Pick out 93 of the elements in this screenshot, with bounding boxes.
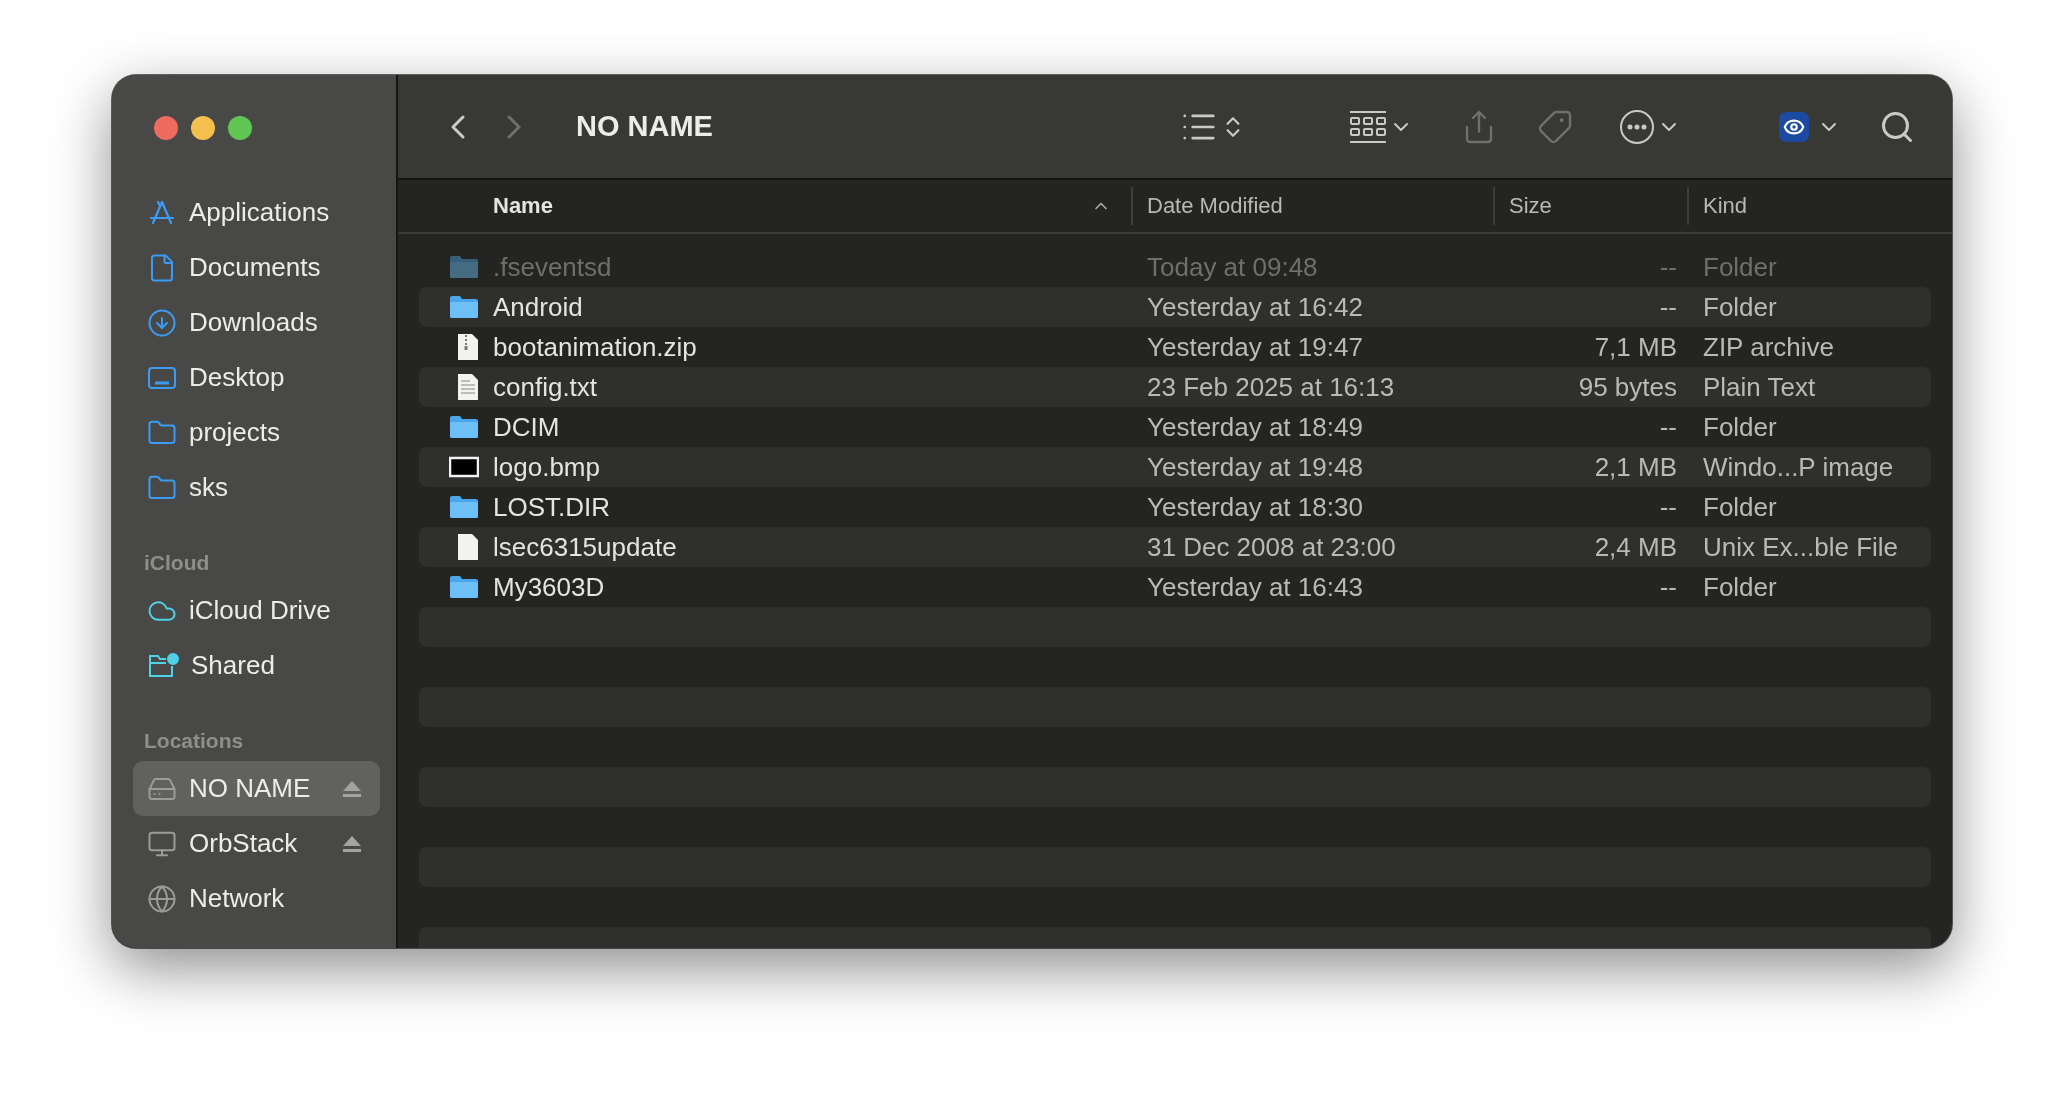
globe-icon	[147, 883, 177, 914]
zip-file-icon	[457, 333, 479, 361]
zoom-button[interactable]	[228, 116, 252, 140]
folder-icon	[449, 415, 479, 439]
sidebar-item[interactable]: Applications	[133, 185, 380, 240]
date-modified: Today at 09:48	[1147, 251, 1319, 283]
date-modified: Yesterday at 19:47	[1147, 331, 1364, 363]
file-name: .fseventsd	[493, 251, 613, 283]
sidebar-item[interactable]: sks	[133, 460, 380, 515]
file-size: --	[1658, 571, 1677, 603]
file-name: bootanimation.zip	[493, 331, 698, 363]
date-modified: Yesterday at 18:49	[1147, 411, 1364, 443]
file-kind: Unix Ex...ble File	[1702, 531, 1900, 563]
file-kind: Windo...P image	[1702, 451, 1895, 483]
sidebar-item[interactable]: projects	[133, 405, 380, 460]
sidebar-item-label: Shared	[191, 650, 276, 681]
file-size: 2,4 MB	[1593, 531, 1677, 563]
file-row[interactable]: DCIM Yesterday at 18:49 -- Folder	[419, 407, 1931, 447]
image-file-icon	[449, 456, 479, 478]
folder-icon	[449, 255, 479, 279]
file-kind: Folder	[1702, 291, 1778, 323]
date-modified: Yesterday at 16:43	[1147, 571, 1364, 603]
sidebar-section-title: iCloud	[143, 550, 211, 576]
date-modified: Yesterday at 16:42	[1147, 291, 1364, 323]
date-modified: 31 Dec 2008 at 23:00	[1147, 531, 1397, 563]
text-file-icon	[457, 373, 479, 401]
file-kind: Plain Text	[1702, 371, 1817, 403]
file-size: --	[1658, 251, 1677, 283]
sidebar-item[interactable]: Shared	[133, 638, 380, 693]
column-header[interactable]: Name	[493, 187, 1131, 225]
sidebar-item[interactable]: iCloud Drive	[133, 583, 380, 638]
file-kind: Folder	[1702, 251, 1778, 283]
close-button[interactable]	[154, 116, 178, 140]
sidebar-item-label: Desktop	[189, 362, 286, 393]
file-size: 2,1 MB	[1593, 451, 1677, 483]
sidebar-item[interactable]: Downloads	[133, 295, 380, 350]
file-row[interactable]: lsec6315update 31 Dec 2008 at 23:00 2,4 MB Unix Ex...ble File	[419, 527, 1931, 567]
sidebar-item[interactable]: Network	[133, 871, 380, 926]
column-header[interactable]: Size	[1493, 187, 1687, 225]
sidebar-item[interactable]: OrbStack	[133, 816, 380, 871]
window-title: NO NAME	[576, 110, 714, 143]
file-icon	[457, 533, 479, 561]
file-row[interactable]: bootanimation.zip Yesterday at 19:47 7,1 MB ZIP archive	[419, 327, 1931, 367]
column-header[interactable]: Date Modified	[1131, 187, 1493, 225]
file-name: lsec6315update	[493, 531, 678, 563]
file-name: logo.bmp	[493, 451, 601, 483]
file-size: 7,1 MB	[1593, 331, 1677, 363]
file-kind: Folder	[1702, 571, 1778, 603]
file-row[interactable]: LOST.DIR Yesterday at 18:30 -- Folder	[419, 487, 1931, 527]
preview-eye-icon[interactable]	[1779, 111, 1809, 142]
folder-icon	[449, 575, 479, 599]
date-modified: 23 Feb 2025 at 16:13	[1147, 371, 1396, 403]
file-row[interactable]: Android Yesterday at 16:42 -- Folder	[419, 287, 1931, 327]
sidebar-item-label: projects	[189, 417, 282, 448]
file-row[interactable]: config.txt 23 Feb 2025 at 16:13 95 bytes Plain Text	[419, 367, 1931, 407]
file-name: config.txt	[493, 371, 599, 403]
sidebar-item[interactable]: NO NAME	[133, 761, 380, 816]
file-size: --	[1658, 291, 1677, 323]
date-modified: Yesterday at 18:30	[1147, 491, 1364, 523]
sidebar-item-label: Downloads	[189, 307, 319, 338]
file-size: --	[1658, 411, 1677, 443]
grid-icon[interactable]	[1349, 109, 1387, 144]
shared-folder-icon	[147, 651, 179, 680]
file-kind: Folder	[1702, 491, 1778, 523]
folder-icon	[449, 495, 479, 519]
sidebar-item-label: Documents	[189, 252, 322, 283]
download-icon	[147, 307, 177, 338]
minimize-button[interactable]	[191, 116, 215, 140]
sidebar-section-title: Locations	[143, 728, 245, 754]
file-kind: Folder	[1702, 411, 1778, 443]
file-row[interactable]: logo.bmp Yesterday at 19:48 2,1 MB Windo...P image	[419, 447, 1931, 487]
file-name: Android	[493, 291, 584, 323]
folder-icon	[449, 295, 479, 319]
sidebar-item-label: NO NAME	[189, 773, 312, 804]
desktop-icon	[147, 364, 177, 391]
file-name: My3603D	[493, 571, 606, 603]
file-size: 95 bytes	[1577, 371, 1677, 403]
file-name: LOST.DIR	[493, 491, 612, 523]
file-row[interactable]: My3603D Yesterday at 16:43 -- Folder	[419, 567, 1931, 607]
file-size: --	[1658, 491, 1677, 523]
more-icon[interactable]	[1619, 108, 1655, 145]
date-modified: Yesterday at 19:48	[1147, 451, 1364, 483]
eject-icon[interactable]	[342, 834, 362, 853]
sidebar-item[interactable]: Documents	[133, 240, 380, 295]
file-name: DCIM	[493, 411, 561, 443]
sidebar-item-label: Applications	[189, 197, 331, 228]
column-header[interactable]: Kind	[1687, 187, 1931, 225]
sidebar-item-label: sks	[189, 472, 229, 503]
sidebar-item-label: OrbStack	[189, 828, 299, 859]
file-kind: ZIP archive	[1702, 331, 1835, 363]
sidebar-item-label: iCloud Drive	[189, 595, 332, 626]
sidebar-item-label: Network	[189, 883, 286, 914]
sidebar-item[interactable]: Desktop	[133, 350, 380, 405]
